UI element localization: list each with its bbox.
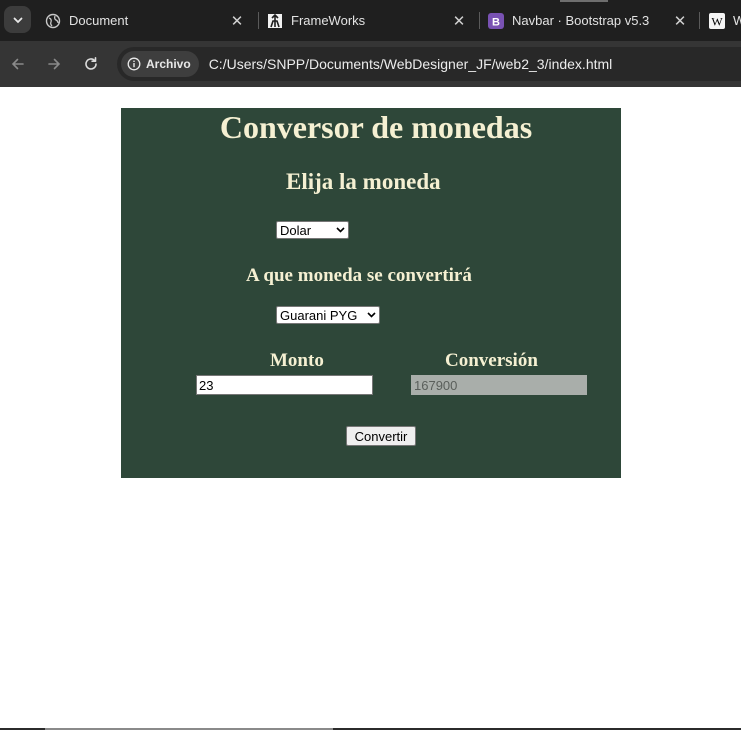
tab-search-button[interactable]	[4, 6, 31, 33]
address-bar[interactable]: Archivo C:/Users/SNPP/Documents/WebDesig…	[117, 47, 741, 81]
currency-converter-panel: Conversor de monedas Elija la moneda Dol…	[121, 108, 621, 478]
reload-icon	[85, 57, 97, 70]
amount-input[interactable]: 23	[196, 375, 373, 395]
arrow-right-icon	[48, 58, 61, 70]
site-info-chip[interactable]: Archivo	[121, 51, 199, 77]
tab-title: Navbar · Bootstrap v5.3	[512, 13, 650, 28]
close-icon[interactable]: ✕	[227, 11, 247, 31]
wikipedia-favicon-icon: W	[709, 12, 725, 29]
reload-button[interactable]	[79, 52, 103, 76]
browser-toolbar: Archivo C:/Users/SNPP/Documents/WebDesig…	[0, 41, 741, 87]
arrow-left-icon	[11, 58, 24, 70]
close-icon[interactable]: ✕	[449, 11, 469, 31]
conversion-label: Conversión	[445, 350, 538, 371]
svg-text:W: W	[711, 14, 723, 28]
tab-bootstrap-navbar[interactable]: B Navbar · Bootstrap v5.3 ✕	[478, 0, 698, 41]
page-title: Conversor de monedas	[219, 109, 533, 145]
source-currency-select[interactable]: Dolar	[276, 221, 349, 239]
frameworks-favicon-icon	[267, 13, 283, 29]
target-currency-heading: A que moneda se convertirá	[246, 265, 472, 286]
convert-button[interactable]: Convertir	[346, 426, 416, 446]
close-icon[interactable]: ✕	[670, 11, 690, 31]
tab-frameworks[interactable]: FrameWorks ✕	[257, 0, 477, 41]
conversion-output: 167900	[411, 375, 587, 395]
amount-label: Monto	[270, 350, 324, 371]
source-currency-value: Dolar	[280, 222, 312, 238]
url-text[interactable]: C:/Users/SNPP/Documents/WebDesigner_JF/w…	[209, 56, 613, 72]
tab-document[interactable]: Document ✕	[35, 0, 255, 41]
chevron-down-icon	[13, 17, 22, 23]
tab-title: FrameWorks	[291, 13, 366, 28]
globe-icon	[45, 13, 61, 29]
svg-text:B: B	[492, 16, 500, 28]
choose-currency-heading: Elija la moneda	[286, 169, 441, 194]
chevron-down-icon	[367, 312, 376, 318]
forward-button[interactable]	[42, 52, 66, 76]
page-content: Conversor de monedas Elija la moneda Dol…	[0, 87, 741, 728]
tab-title: Document	[69, 13, 129, 28]
bootstrap-favicon-icon: B	[488, 12, 504, 29]
tab-wikipedia[interactable]: W W	[699, 0, 741, 41]
target-currency-select[interactable]: Guarani PYG	[276, 306, 380, 324]
tab-title: W	[733, 13, 741, 28]
back-button[interactable]	[6, 52, 30, 76]
target-currency-value: Guarani PYG	[280, 307, 358, 323]
chevron-down-icon	[336, 227, 345, 233]
tab-strip: Document ✕ FrameWorks ✕ B Navbar · Boots…	[0, 0, 741, 41]
site-info-label: Archivo	[146, 57, 191, 71]
info-icon	[127, 57, 141, 71]
